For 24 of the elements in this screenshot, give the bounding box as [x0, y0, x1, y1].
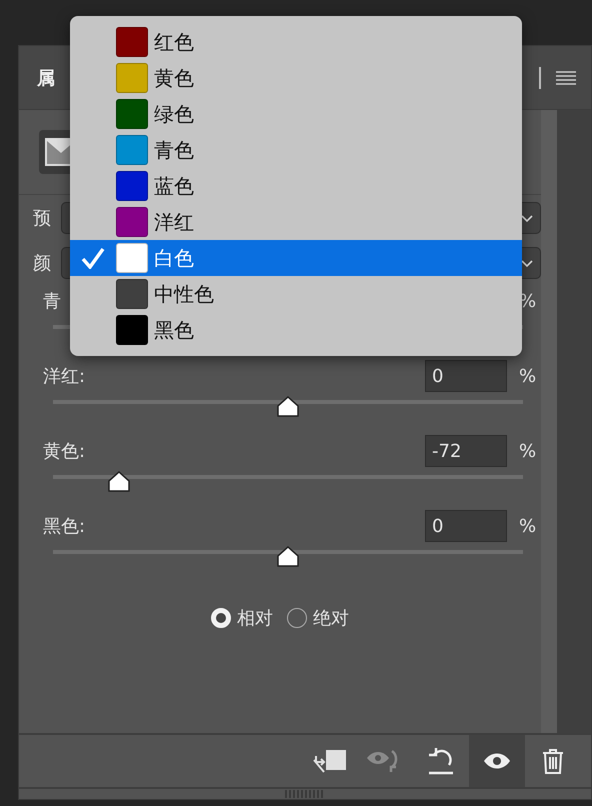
panel-title: 属: [37, 66, 55, 90]
value-field[interactable]: 0: [425, 510, 507, 542]
value-field[interactable]: 0: [425, 360, 507, 392]
value-field[interactable]: -72: [425, 435, 507, 467]
slider-label: 黄色:: [43, 440, 86, 463]
menu-item[interactable]: 蓝色: [70, 168, 522, 204]
unit-label: %: [519, 440, 538, 462]
mode-radio[interactable]: 绝对: [287, 606, 349, 630]
menu-item[interactable]: 黑色: [70, 312, 522, 348]
unit-label: %: [519, 366, 538, 386]
field-label: 颜: [33, 252, 51, 274]
slider-label: 黑色:: [43, 515, 86, 538]
menu-item[interactable]: 绿色: [70, 96, 522, 132]
menu-item[interactable]: 白色: [70, 240, 522, 276]
mode-radio[interactable]: 相对: [211, 606, 273, 630]
slider-label: 青: [43, 290, 61, 313]
field-label: 预: [33, 206, 51, 230]
menu-item[interactable]: 中性色: [70, 276, 522, 312]
menu-item[interactable]: 洋红: [70, 204, 522, 240]
menu-item[interactable]: 青色: [70, 132, 522, 168]
unit-label: %: [519, 516, 538, 536]
menu-item[interactable]: 黄色: [70, 60, 522, 96]
menu-item[interactable]: 红色: [70, 24, 522, 60]
slider-label: 洋红:: [43, 365, 86, 388]
